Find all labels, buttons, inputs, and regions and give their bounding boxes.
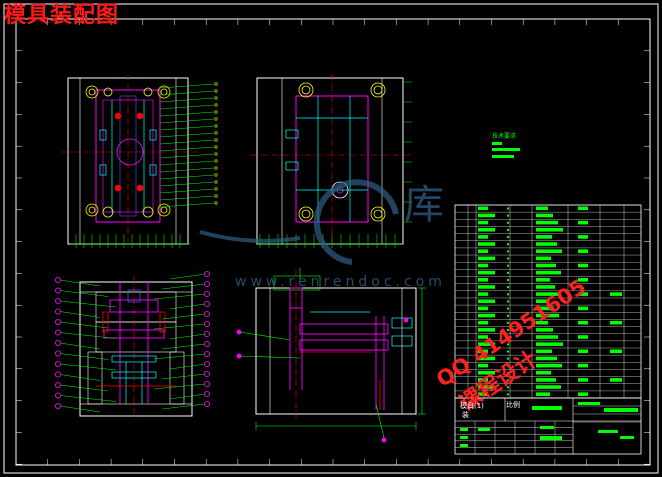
plan-view-left [62, 74, 218, 250]
section-view-right [236, 268, 426, 443]
drawing-title: 模具装配图 [4, 3, 120, 28]
watermark-character: 库 [404, 182, 444, 228]
title-block-scale-label: 比例 [506, 401, 520, 409]
title-block-part-name: 模具(1) [460, 402, 484, 410]
plan-view-right [250, 74, 412, 250]
title-block-sub-name: 装 [462, 411, 469, 419]
tech-notes [492, 142, 520, 158]
tech-notes-title: 技术要求 [492, 133, 517, 140]
cad-canvas[interactable] [0, 0, 662, 477]
watermark-url: www.renrendoc.com [235, 274, 446, 290]
section-view-left [55, 270, 210, 420]
